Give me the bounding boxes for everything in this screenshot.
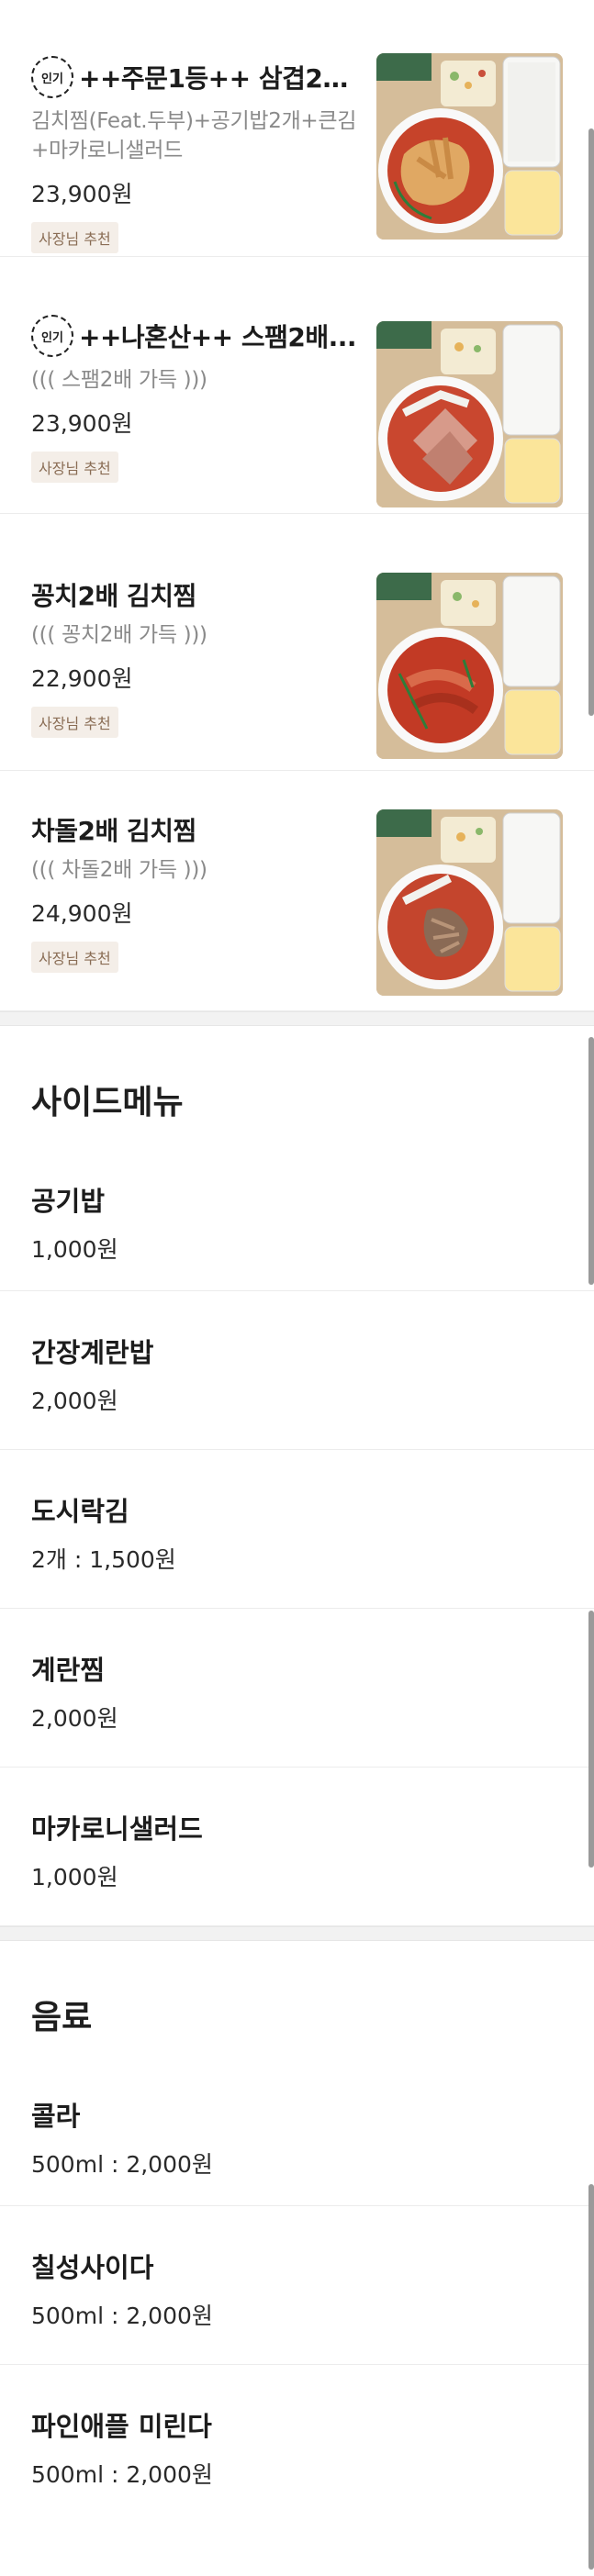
section-divider [0, 1011, 594, 1026]
section-title: 음료 [31, 1999, 93, 2036]
menu-item-description: ((( 꽁치2배 가득 ))) [31, 623, 207, 647]
menu-item-title-row: 차돌2배 김치찜 [31, 809, 362, 850]
menu-item-title: ++나혼산++ 스팸2배... [79, 322, 357, 352]
drinks-section: 음료 콜라 500ml : 2,000원 칠성사이다 500ml : 2,000… [0, 1941, 594, 2524]
side-menu-item[interactable]: 공기밥 1,000원 [0, 1132, 594, 1291]
side-menu-item[interactable]: 간장계란밥 2,000원 [0, 1291, 594, 1450]
menu-item-text: 꽁치2배 김치찜 ((( 꽁치2배 가득 ))) 22,900원 사장님 추천 [31, 574, 362, 738]
kimchi-jjim-photo-icon [376, 809, 563, 996]
menu-item-2[interactable]: 인기 ++나혼산++ 스팸2배... ((( 스팸2배 가득 ))) 23,90… [0, 257, 594, 514]
popular-badge-icon: 인기 [31, 56, 73, 98]
menu-item-text: 인기 ++주문1등++ 삼겹2배... 김치찜(Feat.두부)+공기밥2개+큰… [31, 56, 362, 253]
scrollbar-thumb[interactable] [588, 2184, 594, 2570]
section-title: 사이드메뉴 [31, 1084, 184, 1121]
item-name: 칠성사이다 [31, 2252, 154, 2283]
item-name: 도시락김 [31, 1496, 129, 1527]
owner-recommend-badge: 사장님 추천 [31, 222, 118, 253]
menu-item-1[interactable]: 인기 ++주문1등++ 삼겹2배... 김치찜(Feat.두부)+공기밥2개+큰… [0, 0, 594, 257]
menu-item-text: 인기 ++나혼산++ 스팸2배... ((( 스팸2배 가득 ))) 23,90… [31, 315, 362, 483]
drink-item[interactable]: 콜라 500ml : 2,000원 [0, 2047, 594, 2206]
item-price: 1,000원 [31, 1864, 118, 1890]
item-name: 계란찜 [31, 1655, 106, 1686]
menu-item-4[interactable]: 차돌2배 김치찜 ((( 차돌2배 가득 ))) 24,900원 사장님 추천 [0, 771, 594, 1011]
menu-item-title-row: 인기 ++나혼산++ 스팸2배... [31, 315, 362, 357]
item-price: 2개 : 1,500원 [31, 1546, 176, 1573]
scrollbar-thumb[interactable] [588, 1037, 594, 1285]
menu-item-price: 24,900원 [31, 900, 133, 927]
owner-recommend-badge: 사장님 추천 [31, 452, 118, 483]
item-name: 간장계란밥 [31, 1337, 154, 1368]
menu-item-3[interactable]: 꽁치2배 김치찜 ((( 꽁치2배 가득 ))) 22,900원 사장님 추천 [0, 514, 594, 771]
kimchi-jjim-photo-icon [376, 321, 563, 507]
item-name: 콜라 [31, 2101, 81, 2132]
scrollbar-thumb[interactable] [588, 1611, 594, 1868]
kimchi-jjim-photo-icon [376, 53, 563, 240]
side-menu-item[interactable]: 계란찜 2,000원 [0, 1609, 594, 1768]
menu-item-price: 23,900원 [31, 410, 133, 437]
popular-badge-icon: 인기 [31, 315, 73, 357]
menu-item-title: ++주문1등++ 삼겹2배... [79, 63, 362, 94]
item-name: 공기밥 [31, 1186, 106, 1217]
menu-item-price: 23,900원 [31, 181, 133, 207]
menu-item-title: 꽁치2배 김치찜 [31, 581, 196, 611]
item-price: 2,000원 [31, 1705, 118, 1732]
menu-item-description: ((( 스팸2배 가득 ))) [31, 368, 207, 392]
section-divider [0, 1926, 594, 1941]
side-menu-item[interactable]: 도시락김 2개 : 1,500원 [0, 1450, 594, 1609]
drink-item[interactable]: 칠성사이다 500ml : 2,000원 [0, 2206, 594, 2365]
menu-item-photo[interactable] [376, 573, 563, 759]
menu-item-text: 차돌2배 김치찜 ((( 차돌2배 가득 ))) 24,900원 사장님 추천 [31, 809, 362, 973]
item-price: 500ml : 2,000원 [31, 2461, 213, 2488]
menu-item-price: 22,900원 [31, 665, 133, 692]
drink-item[interactable]: 파인애플 미린다 500ml : 2,000원 [0, 2365, 594, 2524]
owner-recommend-badge: 사장님 추천 [31, 707, 118, 738]
scrollbar-thumb[interactable] [588, 128, 594, 716]
menu-item-title: 차돌2배 김치찜 [31, 816, 196, 846]
menu-item-description: ((( 차돌2배 가득 ))) [31, 858, 207, 882]
menu-item-title-row: 꽁치2배 김치찜 [31, 574, 362, 615]
menu-item-photo[interactable] [376, 53, 563, 240]
main-menu-list: 인기 ++주문1등++ 삼겹2배... 김치찜(Feat.두부)+공기밥2개+큰… [0, 0, 594, 1011]
side-menu-section: 사이드메뉴 공기밥 1,000원 간장계란밥 2,000원 도시락김 2개 : … [0, 1026, 594, 1926]
owner-recommend-badge: 사장님 추천 [31, 942, 118, 973]
kimchi-jjim-photo-icon [376, 573, 563, 759]
item-name: 마카로니샐러드 [31, 1813, 203, 1845]
menu-item-description: 김치찜(Feat.두부)+공기밥2개+큰김+마카로니샐러드 [31, 109, 357, 162]
item-price: 500ml : 2,000원 [31, 2151, 213, 2178]
menu-item-photo[interactable] [376, 321, 563, 507]
menu-item-photo[interactable] [376, 809, 563, 996]
item-price: 1,000원 [31, 1236, 118, 1263]
item-price: 500ml : 2,000원 [31, 2303, 213, 2329]
menu-item-title-row: 인기 ++주문1등++ 삼겹2배... [31, 56, 362, 98]
item-price: 2,000원 [31, 1388, 118, 1414]
item-name: 파인애플 미린다 [31, 2411, 212, 2442]
side-menu-item[interactable]: 마카로니샐러드 1,000원 [0, 1768, 594, 1926]
